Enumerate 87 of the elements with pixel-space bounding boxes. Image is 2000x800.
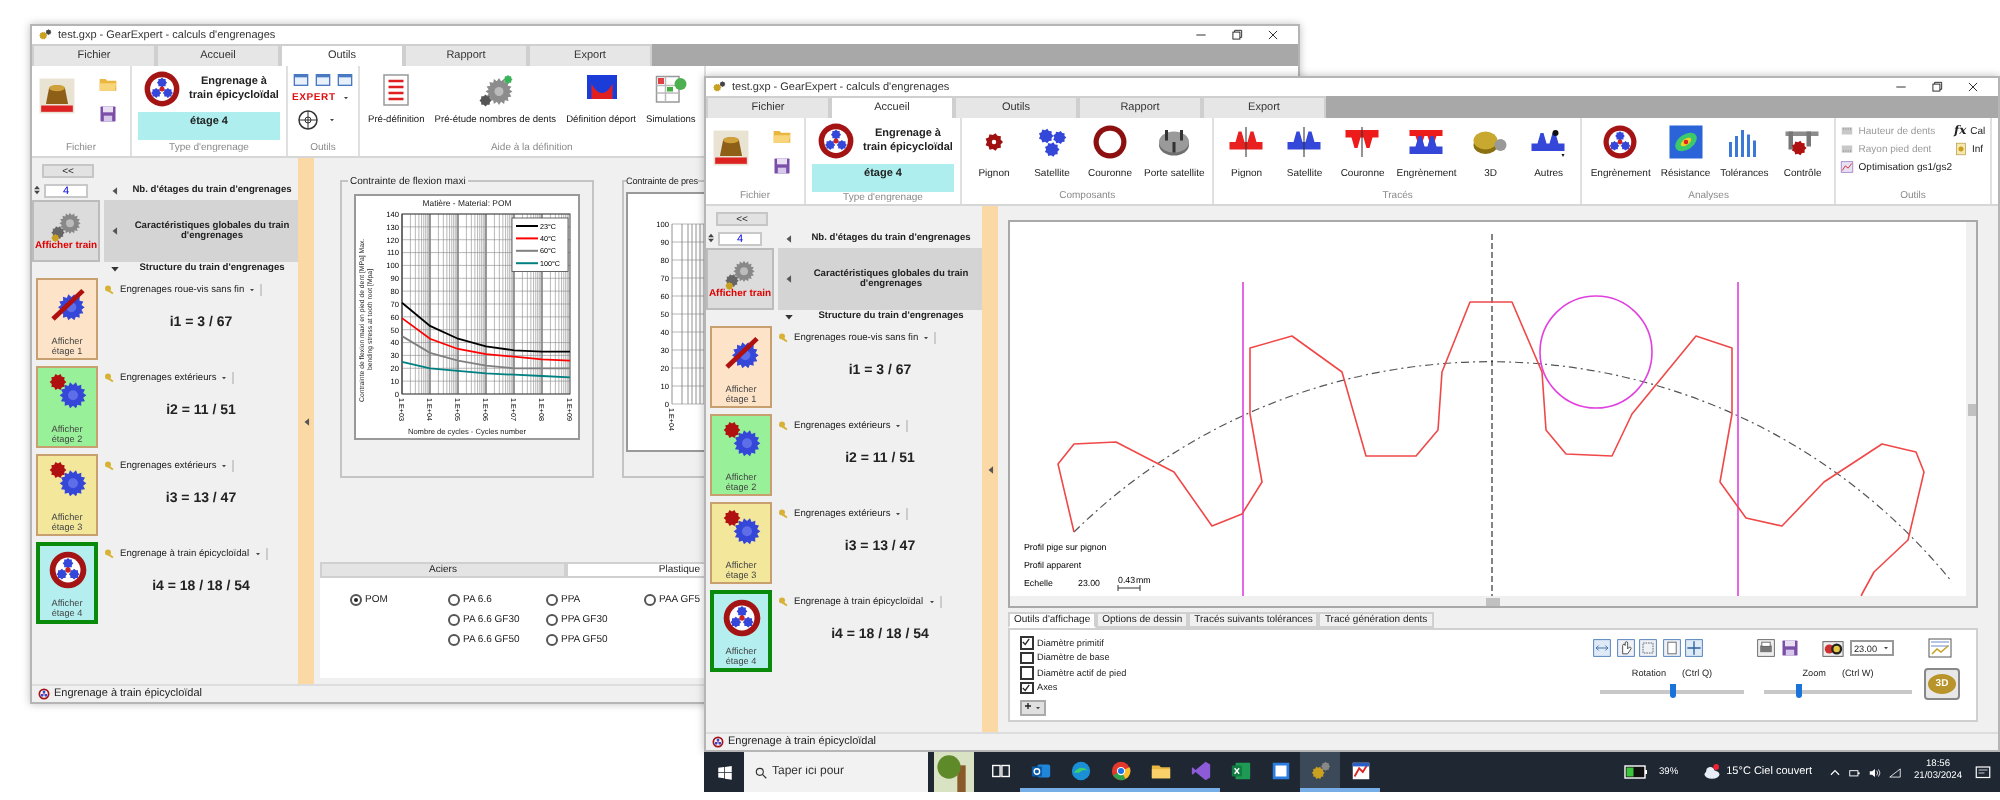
windows-logo-icon[interactable]: [715, 763, 733, 781]
key-icon: [104, 284, 116, 296]
minimize-icon[interactable]: [1894, 80, 1908, 94]
save-icon: [98, 104, 118, 124]
spinner-arrows-icon[interactable]: [32, 182, 42, 198]
app-icon: [38, 28, 52, 42]
slider-thumb[interactable]: [1796, 684, 1803, 698]
caret-icon: [894, 510, 903, 518]
gear-icon: [292, 108, 324, 132]
checkbox[interactable]: [1020, 681, 1033, 694]
chevron-up-icon[interactable]: [1827, 765, 1842, 779]
save-button[interactable]: [772, 156, 792, 176]
caret-icon: [1882, 644, 1890, 652]
print-icon[interactable]: [1756, 638, 1776, 658]
save-icon: [772, 156, 792, 176]
key-icon: [778, 332, 790, 344]
notification-icon[interactable]: [1974, 763, 1992, 781]
cloud-icon[interactable]: [1702, 762, 1723, 782]
radio-button[interactable]: [448, 614, 460, 626]
radio-button[interactable]: [448, 634, 460, 646]
chart-icon: [1840, 160, 1855, 174]
search-icon: [754, 765, 768, 779]
gear-dropdown[interactable]: [292, 108, 336, 132]
spreadsheet-icon: [1229, 759, 1251, 781]
radio-button[interactable]: [546, 594, 558, 606]
volume-icon[interactable]: [1867, 765, 1882, 779]
maximize-icon[interactable]: [1230, 28, 1244, 42]
key-icon: [778, 508, 790, 520]
page-icon[interactable]: [1661, 638, 1681, 658]
browser-icon: [1109, 759, 1131, 781]
radio-button[interactable]: [448, 594, 460, 606]
window-app-icon: [1269, 759, 1291, 781]
pin-circle: [1539, 295, 1653, 409]
hand-icon[interactable]: [1615, 638, 1635, 658]
radio-button[interactable]: [546, 634, 558, 646]
horizontal-scrollbar[interactable]: [1010, 596, 1976, 606]
radio-button[interactable]: [350, 594, 362, 606]
code-editor-icon: [1189, 759, 1211, 781]
collapse-arrow-icon: [301, 415, 311, 427]
folder-icon: [98, 74, 118, 94]
caret-icon: [328, 116, 336, 124]
close-icon[interactable]: [1266, 28, 1280, 42]
checkbox[interactable]: [1020, 666, 1033, 679]
key-icon: [104, 548, 116, 560]
radio-button[interactable]: [546, 614, 558, 626]
save-icon[interactable]: [1779, 638, 1799, 658]
tree-icon: [928, 752, 980, 792]
window-icon[interactable]: [314, 72, 332, 88]
collapse-arrow-icon: [985, 463, 995, 475]
checkbox[interactable]: [1020, 651, 1033, 664]
save-button[interactable]: [98, 104, 118, 124]
task-view-icon: [989, 759, 1011, 781]
zoom-window-icon[interactable]: [1638, 638, 1658, 658]
slider-thumb[interactable]: [1669, 684, 1675, 698]
key-icon: [104, 372, 116, 384]
folder-icon: [772, 126, 792, 146]
scale-bar: [1117, 584, 1141, 592]
key-icon: [778, 596, 790, 608]
caret-icon: [220, 462, 229, 470]
caret-icon: [220, 374, 229, 382]
chart-app-icon: [1349, 759, 1371, 781]
move-icon[interactable]: [1684, 638, 1704, 658]
checkbox[interactable]: [1020, 636, 1033, 649]
dial-icon[interactable]: [1817, 637, 1847, 659]
window-icon[interactable]: [336, 72, 354, 88]
vertical-scrollbar[interactable]: [1966, 222, 1976, 596]
ruler-icon: [1840, 142, 1855, 156]
key-icon: [104, 460, 116, 472]
mail-app-icon: [1029, 759, 1051, 781]
app-icon: [712, 80, 726, 94]
gear-app-icon: [1309, 759, 1331, 781]
close-icon[interactable]: [1966, 80, 1980, 94]
browser-icon: [1069, 759, 1091, 781]
window-icon[interactable]: [292, 72, 310, 88]
radio-button[interactable]: [644, 594, 656, 606]
spinner-arrows-icon[interactable]: [706, 230, 716, 246]
document-icon: [1953, 142, 1968, 156]
caret-icon: [922, 334, 931, 342]
wifi-icon[interactable]: [1887, 765, 1902, 779]
caret-icon: [248, 286, 257, 294]
caret-icon: [894, 422, 903, 430]
key-icon: [778, 420, 790, 432]
minimize-icon[interactable]: [1194, 28, 1208, 42]
maximize-icon[interactable]: [1930, 80, 1944, 94]
fit-view-icon[interactable]: [1592, 638, 1612, 658]
ruler-icon: [1840, 124, 1855, 138]
network-icon[interactable]: [1847, 765, 1862, 779]
